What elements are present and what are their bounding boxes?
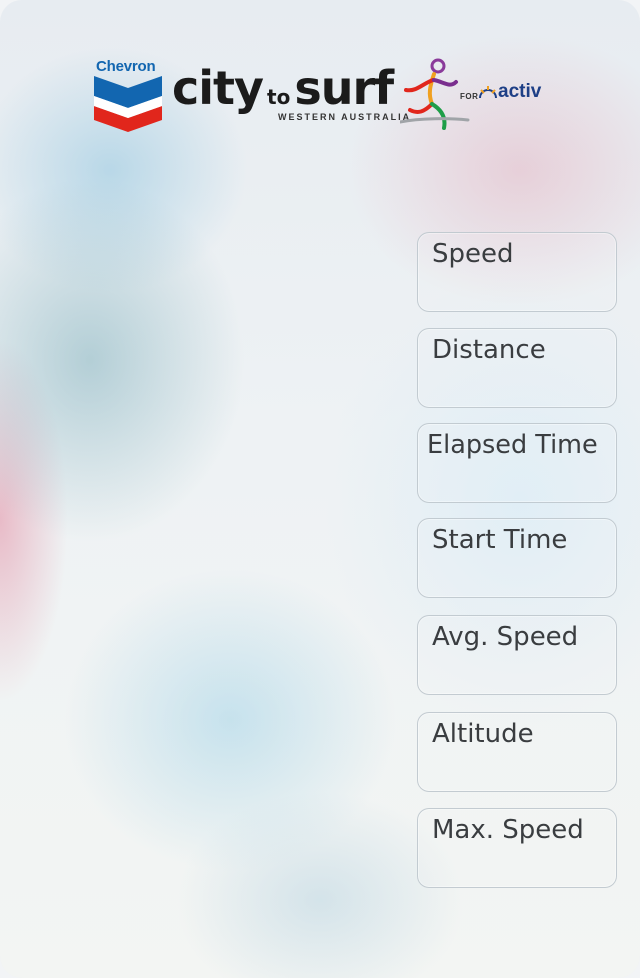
- event-logo: Chevron city to surf WESTERN AUSTRALIA F…: [94, 56, 554, 136]
- stat-card-avg-speed[interactable]: Avg. Speed: [417, 615, 617, 695]
- stat-card-start-time[interactable]: Start Time: [417, 518, 617, 598]
- activ-wordmark: activ: [498, 81, 542, 102]
- stat-label: Max. Speed: [432, 815, 584, 845]
- chevron-wordmark: Chevron: [96, 58, 156, 75]
- title-surf: surf: [294, 61, 394, 115]
- stat-card-altitude[interactable]: Altitude: [417, 712, 617, 792]
- stat-label: Avg. Speed: [432, 622, 579, 652]
- logo-subtitle: WESTERN AUSTRALIA: [278, 112, 412, 122]
- for-label: FOR: [460, 92, 479, 101]
- stat-card-speed[interactable]: Speed: [417, 232, 617, 312]
- title-city: city: [172, 61, 264, 115]
- stat-card-distance[interactable]: Distance: [417, 328, 617, 408]
- stat-label: Speed: [432, 239, 514, 269]
- chevron-logo-icon: [94, 76, 162, 132]
- activ-sun-icon: [479, 86, 497, 99]
- stat-label: Altitude: [432, 719, 534, 749]
- stat-card-max-speed[interactable]: Max. Speed: [417, 808, 617, 888]
- stat-label: Elapsed Time: [427, 430, 598, 460]
- stat-label: Start Time: [432, 525, 568, 555]
- stat-card-elapsed-time[interactable]: Elapsed Time: [417, 423, 617, 503]
- stat-label: Distance: [432, 335, 546, 365]
- app-screen: Chevron city to surf WESTERN AUSTRALIA F…: [0, 0, 640, 978]
